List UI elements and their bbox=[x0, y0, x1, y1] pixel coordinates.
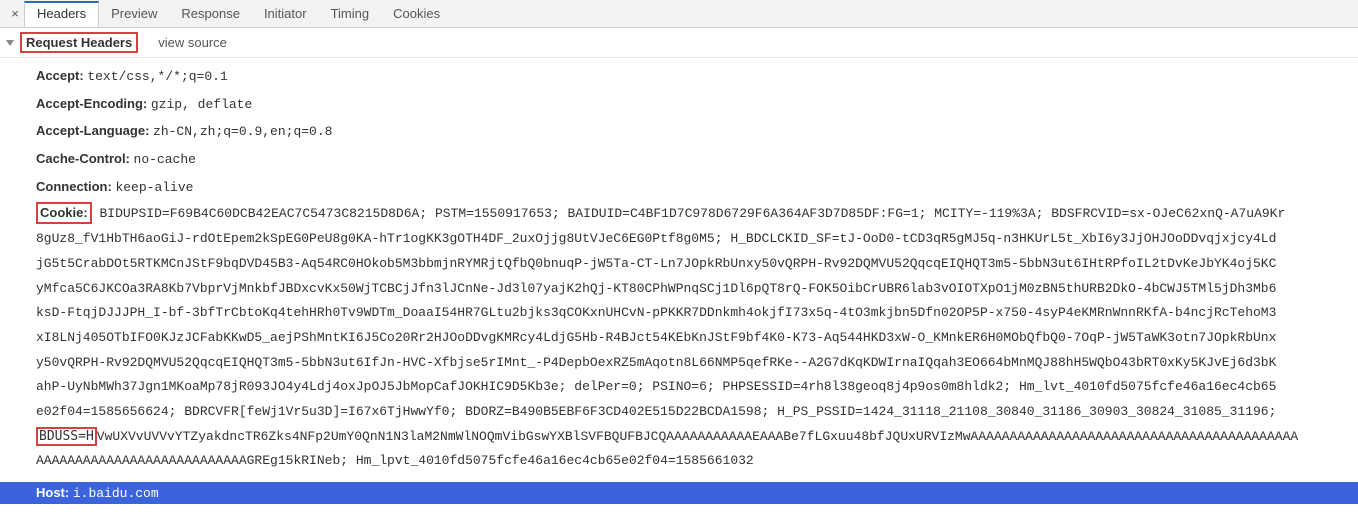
cookie-bduss-highlight: BDUSS=H bbox=[36, 427, 97, 447]
cookie-text: y50vQRPH-Rv92DQMVU52QqcqEIQHQT3m5-5bbN3u… bbox=[36, 351, 1340, 376]
header-name: Accept-Encoding: bbox=[36, 96, 147, 111]
cookie-text: xI8LNj405OTbIFO0KJzJCFabKKwD5_aejPShMntK… bbox=[36, 326, 1340, 351]
header-accept-encoding: Accept-Encoding: gzip, deflate bbox=[36, 92, 1340, 118]
tab-headers[interactable]: Headers bbox=[24, 1, 99, 27]
header-cache-control: Cache-Control: no-cache bbox=[36, 147, 1340, 173]
cookie-text: ksD-FtqjDJJJPH_I-bf-3bfTrCbtoKq4tehHRh0T… bbox=[36, 301, 1340, 326]
header-name: Accept: bbox=[36, 68, 84, 83]
header-value: i.baidu.com bbox=[73, 486, 159, 501]
cookie-text: jG5t5CrabDOt5RTKMCnJStF9bqDVD45B3-Aq54RC… bbox=[36, 252, 1340, 277]
cookie-text: 8gUz8_fV1HbTH6aoGiJ-rdOtEpem2kSpEG0PeU8g… bbox=[36, 227, 1340, 252]
headers-list: Accept: text/css,*/*;q=0.1 Accept-Encodi… bbox=[0, 58, 1358, 482]
cookie-text: yMfca5C6JKCOa3RA8Kb7VbprVjMnkbfJBDxcvKx5… bbox=[36, 277, 1340, 302]
section-title: Request Headers bbox=[20, 32, 138, 53]
cookie-label: Cookie: bbox=[36, 202, 92, 224]
section-request-headers: Request Headers view source bbox=[0, 28, 1358, 58]
tab-initiator[interactable]: Initiator bbox=[252, 1, 319, 27]
header-value: gzip, deflate bbox=[151, 97, 252, 112]
header-accept-language: Accept-Language: zh-CN,zh;q=0.9,en;q=0.8 bbox=[36, 119, 1340, 145]
tab-timing[interactable]: Timing bbox=[319, 1, 382, 27]
view-source-link[interactable]: view source bbox=[158, 35, 227, 50]
header-connection: Connection: keep-alive bbox=[36, 175, 1340, 201]
cookie-text: AAAAAAAAAAAAAAAAAAAAAAAAAAAGREg15kRINeb;… bbox=[36, 449, 1340, 474]
cookie-text: ahP-UyNbMWh37Jgn1MKoaMp78jR093JO4y4Ldj4o… bbox=[36, 375, 1340, 400]
header-value: zh-CN,zh;q=0.9,en;q=0.8 bbox=[153, 124, 332, 139]
header-value: keep-alive bbox=[115, 180, 193, 195]
tabs-bar: × Headers Preview Response Initiator Tim… bbox=[0, 0, 1358, 28]
header-cookie: Cookie: BIDUPSID=F69B4C60DCB42EAC7C5473C… bbox=[36, 202, 1340, 474]
header-name: Cache-Control: bbox=[36, 151, 130, 166]
cookie-text: BIDUPSID=F69B4C60DCB42EAC7C5473C8215D8D6… bbox=[99, 206, 1285, 221]
header-value: text/css,*/*;q=0.1 bbox=[87, 69, 227, 84]
tab-preview[interactable]: Preview bbox=[99, 1, 169, 27]
cookie-text: e02f04=1585656624; BDRCVFR[feWj1Vr5u3D]=… bbox=[36, 400, 1340, 425]
tab-cookies[interactable]: Cookies bbox=[381, 1, 452, 27]
tab-response[interactable]: Response bbox=[169, 1, 252, 27]
header-name: Accept-Language: bbox=[36, 123, 149, 138]
header-host: Host: i.baidu.com bbox=[0, 482, 1358, 504]
header-name: Host: bbox=[36, 485, 69, 500]
header-name: Connection: bbox=[36, 179, 112, 194]
cookie-text: VwUXVvUVVvYTZyakdncTR6Zks4NFp2UmY0QnN1N3… bbox=[97, 429, 1298, 444]
disclosure-triangle-icon[interactable] bbox=[6, 40, 14, 46]
header-value: no-cache bbox=[134, 152, 196, 167]
close-panel-button[interactable]: × bbox=[6, 7, 24, 20]
header-accept: Accept: text/css,*/*;q=0.1 bbox=[36, 64, 1340, 90]
